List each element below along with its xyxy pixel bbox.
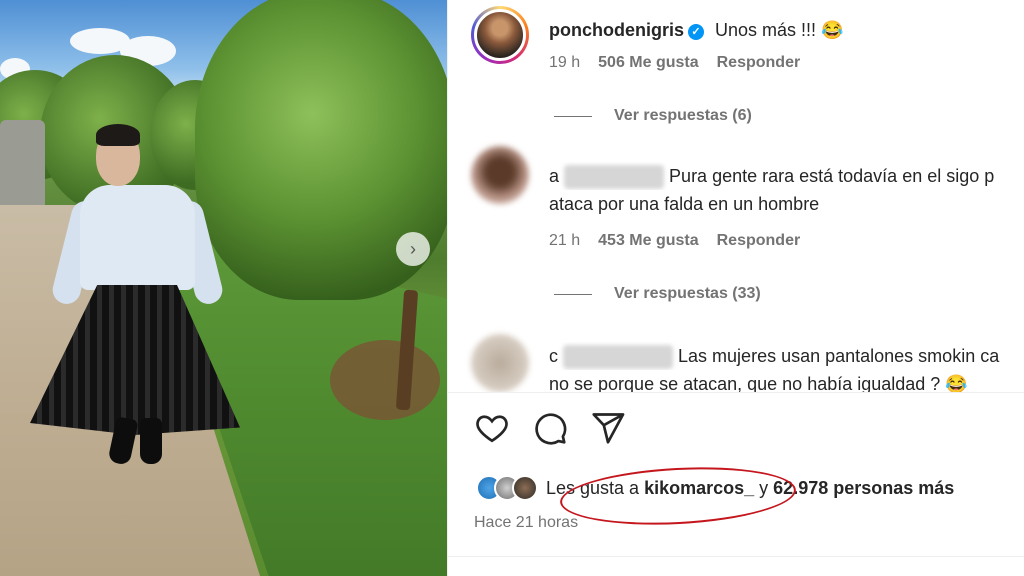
caption-meta: 19 h 506 Me gusta Responder — [549, 54, 800, 72]
dirt-patch — [330, 340, 440, 420]
likes-summary[interactable]: Les gusta a kikomarcos_ y 62.978 persona… — [476, 475, 954, 501]
blurred-username — [563, 345, 674, 370]
blurred-username — [564, 165, 665, 190]
comment-text-line: ataca por una falda en un hombre — [549, 194, 820, 214]
comment-time: 21 h — [549, 232, 581, 249]
stone-wall — [0, 120, 45, 210]
liker-username[interactable]: kikomarcos_ — [644, 478, 754, 498]
liker-avatar — [512, 475, 538, 501]
section-divider — [448, 392, 1024, 393]
likes-prefix: Les gusta a — [546, 477, 645, 498]
comment-text-line: no se porque se atacan, que no había igu… — [549, 374, 968, 392]
comment-meta: 21 h 453 Me gusta Responder — [549, 232, 800, 250]
likes-count[interactable]: 62.978 personas más — [773, 478, 954, 498]
comment-clip: c Las mujeres usan pantalones smokin ca … — [448, 320, 1024, 392]
view-replies-label: Ver respuestas (33) — [614, 285, 761, 302]
commenter-avatar[interactable] — [471, 334, 529, 392]
caption-text: Unos más !!! 😂 — [715, 20, 844, 40]
author-username[interactable]: ponchodenigris — [549, 20, 684, 40]
comments-panel: ponchodenigris ✓ Unos más !!! 😂 19 h 506 … — [447, 0, 1024, 576]
boot — [140, 418, 162, 464]
heart-icon[interactable] — [474, 410, 510, 446]
caption: ponchodenigris ✓ Unos más !!! 😂 — [549, 16, 843, 44]
send-icon[interactable] — [590, 410, 626, 446]
person-shirt — [80, 185, 195, 290]
comment-likes[interactable]: 506 Me gusta — [598, 54, 698, 72]
commenter-prefix[interactable]: c — [549, 346, 558, 366]
post-timestamp: Hace 21 horas — [474, 514, 579, 531]
action-bar — [474, 410, 626, 446]
likes-text: Les gusta a kikomarcos_ y 62.978 persona… — [546, 478, 954, 499]
comment-time: 19 h — [549, 54, 581, 71]
likes-conjunction: y — [754, 477, 774, 498]
comment-text-line: Pura gente rara está todavía en el sigo … — [669, 166, 995, 186]
section-divider — [448, 556, 1024, 557]
commenter-avatar[interactable] — [471, 146, 529, 204]
author-avatar[interactable] — [471, 6, 529, 64]
verified-badge-icon: ✓ — [688, 23, 704, 40]
commenter-prefix[interactable]: a — [549, 166, 559, 186]
post-photo: › — [0, 0, 447, 576]
divider-line — [554, 115, 592, 117]
chevron-right-icon[interactable]: › — [396, 232, 430, 266]
reply-button[interactable]: Responder — [717, 232, 801, 250]
comment: a Pura gente rara está todavía en el sig… — [549, 162, 1024, 218]
comment: c Las mujeres usan pantalones smokin ca … — [549, 342, 1024, 392]
view-replies-button[interactable]: Ver respuestas (6) — [554, 107, 752, 125]
comment-text-line: Las mujeres usan pantalones smokin ca — [678, 346, 1000, 366]
view-replies-button[interactable]: Ver respuestas (33) — [554, 285, 761, 303]
reply-button[interactable]: Responder — [717, 54, 801, 72]
person-hair — [96, 124, 140, 146]
view-replies-label: Ver respuestas (6) — [614, 107, 752, 124]
comment-likes[interactable]: 453 Me gusta — [598, 232, 698, 250]
comment-icon[interactable] — [532, 410, 568, 446]
divider-line — [554, 293, 592, 295]
